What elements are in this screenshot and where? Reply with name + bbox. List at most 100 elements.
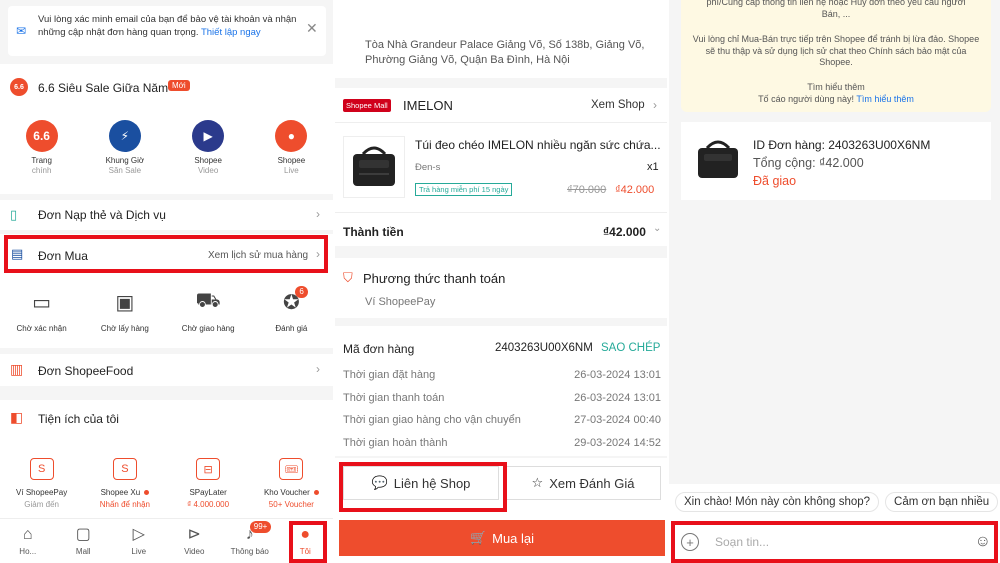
time-label: Thời gian đặt hàng — [343, 369, 436, 382]
utility-label-wrap: Kho Voucher — [264, 488, 319, 498]
copy-button[interactable]: SAO CHÉP — [601, 342, 660, 354]
utilities-label: Tiện ích của tôi — [38, 412, 119, 426]
product-image[interactable] — [343, 136, 405, 198]
view-review-label: Xem Đánh Giá — [549, 475, 635, 491]
utility-label: Shopee Xu — [100, 488, 141, 497]
time-row: Thời gian đặt hàng 26-03-2024 13:01 — [343, 364, 661, 387]
view-review-button[interactable]: ☆ Xem Đánh Giá — [505, 466, 661, 500]
shop-card: Shopee Mall IMELON Xem Shop › Túi đeo ch… — [335, 88, 667, 246]
safety-notice: phí/Cung cấp thông tin liên hệ hoặc Hủy … — [681, 0, 991, 112]
address-card: Tòa Nhà Grandeur Palace Giảng Võ, Số 138… — [335, 0, 667, 78]
time-row: Thời gian thanh toán 26-03-2024 13:01 — [343, 387, 661, 410]
card-status: Đã giao — [753, 174, 797, 188]
sale-shortcut-sub: Săn Sale — [108, 166, 142, 175]
utility-sub: ₫ 4.000.000 — [187, 500, 230, 509]
order-status-label: Chờ lấy hàng — [100, 324, 149, 333]
utilities-section: ◧ Tiện ích của tôi S Ví ShopeePay Giảm đến… — [0, 400, 333, 518]
nav-tab[interactable]: ⊳ Video — [167, 519, 223, 563]
time-value: 29-03-2024 14:52 — [574, 436, 661, 449]
chevron-right-icon: › — [316, 362, 320, 376]
product-variant: Đen-s — [415, 162, 441, 173]
topup-label: Đơn Nạp thẻ và Dịch vụ — [38, 208, 166, 222]
card-order-id: ID Đơn hàng: 2403263U00X6NM — [753, 138, 931, 152]
nav-tab[interactable]: ⌂ Ho... — [0, 519, 56, 563]
mall-icon: ▢ — [75, 526, 91, 543]
sale-shortcut-sub: chính — [31, 166, 52, 175]
quick-reply-chip[interactable]: Cảm ơn bạn nhiều — [885, 492, 999, 512]
shopeefood-row[interactable]: ▥ Đơn ShopeeFood › — [0, 354, 333, 386]
notification-badge: 99+ — [249, 521, 272, 533]
buy-again-button[interactable]: 🛒 Mua lại — [339, 520, 665, 556]
order-id: 2403263U00X6NM — [495, 342, 593, 354]
utility-label: Kho Voucher — [263, 488, 310, 497]
utility-label-wrap: Ví ShopeePay — [16, 488, 67, 498]
utility-label-wrap: Shopee Xu — [101, 488, 150, 498]
card-total: Tổng cộng: ₫42.000 — [753, 156, 864, 170]
utility-sub: 50+ Voucher — [268, 500, 314, 509]
view-shop-link[interactable]: Xem Shop — [591, 99, 645, 111]
time-label: Thời gian thanh toán — [343, 391, 445, 404]
utility-item[interactable]: S Ví ShopeePay Giảm đến — [0, 458, 83, 510]
sale-shortcut[interactable]: 6.6 Trang chính — [0, 120, 83, 176]
order-status-item[interactable]: ▣ Chờ lấy hàng — [83, 290, 166, 334]
nav-tab-label: Ho... — [19, 547, 37, 556]
sale-title: 6.6 Siêu Sale Giữa Năm — [38, 81, 169, 95]
cart-icon: 🛒 — [469, 530, 487, 545]
orders-highlight — [4, 235, 328, 273]
live-icon: ▷ — [132, 526, 145, 543]
shop-name: IMELON — [403, 98, 453, 113]
sale-shortcut[interactable]: ● Shopee Live — [250, 120, 333, 176]
sale-shortcut-icon: 6.6 — [25, 120, 58, 152]
order-card[interactable]: ID Đơn hàng: 2403263U00X6NM Tổng cộng: ₫… — [681, 122, 991, 200]
nav-tab[interactable]: ♪ Thông báo 99+ — [222, 519, 278, 563]
report-link[interactable]: Tìm hiểu thêm — [856, 94, 914, 104]
address-text: Tòa Nhà Grandeur Palace Giảng Võ, Số 138… — [365, 39, 645, 66]
bag-icon — [353, 146, 395, 186]
time-value: 26-03-2024 13:01 — [574, 369, 661, 382]
utility-item[interactable]: 🎟 Kho Voucher 50+ Voucher — [250, 458, 333, 510]
sale-section: 6.6 6.6 Siêu Sale Giữa Năm Mới 6.6 Trang c… — [0, 64, 333, 194]
utility-item[interactable]: S Shopee Xu Nhấn để nhận — [83, 458, 166, 510]
time-row: Thời gian hoàn thành 29-03-2024 14:52 — [343, 432, 661, 455]
new-badge: Mới — [168, 80, 190, 91]
nav-tab[interactable]: ▢ Mall — [56, 519, 112, 563]
shield-icon: ⛉ — [343, 270, 353, 285]
wallet-icon: ▭ — [32, 292, 52, 314]
food-icon: ▥ — [10, 361, 24, 377]
close-icon[interactable]: ✕ — [306, 20, 318, 37]
sale-shortcut[interactable]: ⚡ Khung Giờ Săn Sale — [83, 120, 166, 176]
learn-more-link[interactable]: Tìm hiểu thêm — [681, 82, 991, 94]
nav-tab-label: Live — [131, 547, 147, 556]
payment-title: Phương thức thanh toán — [363, 271, 506, 286]
time-value: 27-03-2024 00:40 — [574, 414, 661, 427]
sale-shortcut-icon: ▶ — [192, 120, 225, 152]
sale-shortcut-sub: Live — [284, 166, 299, 175]
order-status-item[interactable]: ✪ 6 Đánh giá — [250, 286, 333, 334]
topup-row[interactable]: ▯ Đơn Nạp thẻ và Dịch vụ › — [0, 200, 333, 230]
quick-reply-chip[interactable]: Xin chào! Món này còn không shop? — [675, 492, 880, 512]
report-text: Tố cáo người dùng này! — [758, 94, 855, 104]
notice-mid: Vui lòng chỉ Mua-Bán trực tiếp trên Shop… — [692, 34, 980, 67]
utility-item[interactable]: ⊟ SPayLater ₫ 4.000.000 — [167, 458, 250, 510]
time-label: Thời gian hoàn thành — [343, 436, 448, 449]
new-price: ₫42.000 — [615, 184, 655, 196]
buy-again-label: Mua lại — [492, 530, 535, 546]
new-dot — [144, 490, 150, 496]
sale-shortcut[interactable]: ▶ Shopee Video — [167, 120, 250, 176]
product-name[interactable]: Túi đeo chéo IMELON nhiều ngăn sức chứa.… — [415, 138, 661, 152]
product-qty: x1 — [647, 161, 659, 173]
utility-label-wrap: SPayLater — [189, 488, 226, 498]
home-icon: ⌂ — [22, 526, 33, 543]
nav-tab[interactable]: ▷ Live — [111, 519, 167, 563]
sale-shortcut-label: Shopee — [194, 156, 222, 165]
utility-icon: S — [29, 458, 54, 480]
order-status-item[interactable]: ⛟ Chờ giao hàng — [167, 290, 250, 334]
order-status-item[interactable]: ▭ Chờ xác nhận — [0, 290, 83, 334]
sale-shortcut-label: Khung Giờ — [105, 156, 145, 165]
sale-shortcut-sub: Video — [197, 166, 219, 175]
utility-icon: ⊟ — [196, 458, 221, 480]
setup-link[interactable]: Thiết lập ngay — [201, 27, 261, 38]
profile-tab-highlight — [289, 521, 327, 563]
mail-icon: ✉ — [16, 24, 27, 38]
chevron-down-icon[interactable]: ⌄ — [653, 223, 661, 234]
